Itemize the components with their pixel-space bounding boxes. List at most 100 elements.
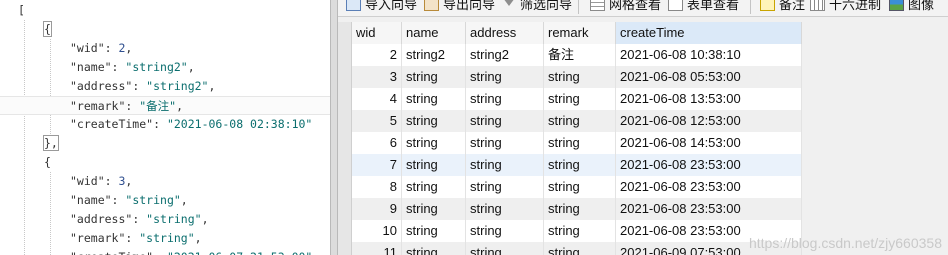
json-line[interactable]: "address": "string2", — [0, 77, 330, 96]
cell-remark[interactable]: string — [544, 66, 616, 88]
row-indicator[interactable] — [338, 220, 352, 242]
cell-wid[interactable]: 6 — [352, 132, 402, 154]
cell-address[interactable]: string — [466, 110, 544, 132]
cell-name[interactable]: string — [402, 66, 466, 88]
cell-name[interactable]: string — [402, 176, 466, 198]
row-indicator[interactable] — [338, 198, 352, 220]
cell-wid[interactable]: 10 — [352, 220, 402, 242]
cell-remark[interactable]: string — [544, 220, 616, 242]
table-row[interactable]: 11 string string string 2021-06-09 07:53:00 — [338, 242, 802, 255]
cell-address[interactable]: string — [466, 88, 544, 110]
toolbar-button-hex[interactable]: 十六进制 — [810, 0, 881, 16]
cell-wid[interactable]: 8 — [352, 176, 402, 198]
toolbar-button-import[interactable]: 导入向导 — [346, 0, 417, 16]
cell-wid[interactable]: 4 — [352, 88, 402, 110]
cell-name[interactable]: string — [402, 198, 466, 220]
cell-address[interactable]: string — [466, 242, 544, 255]
table-row[interactable]: 4 string string string 2021-06-08 13:53:00 — [338, 88, 802, 110]
cell-createtime[interactable]: 2021-06-08 05:53:00 — [616, 66, 802, 88]
cell-remark[interactable]: string — [544, 176, 616, 198]
json-line[interactable]: "address": "string", — [0, 210, 330, 229]
cell-name[interactable]: string — [402, 132, 466, 154]
cell-createtime[interactable]: 2021-06-08 12:53:00 — [616, 110, 802, 132]
cell-wid[interactable]: 5 — [352, 110, 402, 132]
toolbar-button-export[interactable]: 导出向导 — [424, 0, 495, 16]
cell-address[interactable]: string — [466, 66, 544, 88]
cell-address[interactable]: string — [466, 198, 544, 220]
column-header-remark[interactable]: remark — [544, 22, 616, 44]
json-line[interactable]: { — [0, 153, 330, 172]
pane-splitter[interactable] — [330, 0, 338, 255]
json-line[interactable]: "wid": 3, — [0, 172, 330, 191]
json-line[interactable]: "wid": 2, — [0, 39, 330, 58]
cell-address[interactable]: string2 — [466, 44, 544, 66]
row-indicator[interactable] — [338, 88, 352, 110]
toolbar-button-memo[interactable]: 备注 — [760, 0, 805, 16]
cell-name[interactable]: string — [402, 220, 466, 242]
cell-name[interactable]: string2 — [402, 44, 466, 66]
cell-wid[interactable]: 2 — [352, 44, 402, 66]
row-indicator[interactable] — [338, 132, 352, 154]
toolbar-button-grid[interactable]: 网格查看 — [590, 0, 661, 16]
cell-name[interactable]: string — [402, 154, 466, 176]
row-indicator[interactable] — [338, 242, 352, 255]
cell-createtime[interactable]: 2021-06-08 10:38:10 — [616, 44, 802, 66]
cell-wid[interactable]: 9 — [352, 198, 402, 220]
json-line[interactable]: }, — [0, 134, 330, 153]
json-line[interactable]: "name": "string", — [0, 191, 330, 210]
cell-remark[interactable]: string — [544, 132, 616, 154]
column-header-wid[interactable]: wid — [352, 22, 402, 44]
json-line[interactable]: "name": "string2", — [0, 58, 330, 77]
table-row[interactable]: 5 string string string 2021-06-08 12:53:00 — [338, 110, 802, 132]
table-row[interactable]: 9 string string string 2021-06-08 23:53:00 — [338, 198, 802, 220]
cell-address[interactable]: string — [466, 220, 544, 242]
json-line[interactable]: "createTime": "2021-06-08 02:38:10" — [0, 115, 330, 134]
cell-wid[interactable]: 3 — [352, 66, 402, 88]
row-indicator[interactable] — [338, 176, 352, 198]
cell-name[interactable]: string — [402, 88, 466, 110]
json-line[interactable]: "createTime": "2021-06-07 21:53:00" — [0, 248, 330, 255]
json-line[interactable]: [ — [0, 1, 330, 20]
toolbar-button-image[interactable]: 图像 — [889, 0, 934, 16]
cell-remark[interactable]: string — [544, 242, 616, 255]
column-header-createtime[interactable]: createTime — [616, 22, 802, 44]
json-line-content: "address": "string2", — [70, 77, 215, 96]
cell-remark[interactable]: string — [544, 198, 616, 220]
row-indicator[interactable] — [338, 66, 352, 88]
cell-name[interactable]: string — [402, 242, 466, 255]
toolbar-button-form[interactable]: 表单查看 — [668, 0, 739, 16]
table-row[interactable]: 2 string2 string2 备注 2021-06-08 10:38:10 — [338, 44, 802, 66]
json-string-value: "string2" — [146, 79, 209, 93]
cell-remark[interactable]: string — [544, 154, 616, 176]
cell-remark[interactable]: string — [544, 88, 616, 110]
cell-createtime[interactable]: 2021-06-08 14:53:00 — [616, 132, 802, 154]
json-line[interactable]: { — [0, 20, 330, 39]
row-indicator[interactable] — [338, 44, 352, 66]
row-indicator[interactable] — [338, 110, 352, 132]
cell-wid[interactable]: 11 — [352, 242, 402, 255]
toolbar-button-filter[interactable]: 筛选向导 — [502, 0, 572, 16]
table-row[interactable]: 10 string string string 2021-06-08 23:53:00 — [338, 220, 802, 242]
cell-createtime[interactable]: 2021-06-08 13:53:00 — [616, 88, 802, 110]
row-indicator[interactable] — [338, 154, 352, 176]
table-row[interactable]: 7 string string string 2021-06-08 23:53:00 — [338, 154, 802, 176]
cell-name[interactable]: string — [402, 110, 466, 132]
cell-createtime[interactable]: 2021-06-08 23:53:00 — [616, 154, 802, 176]
json-line[interactable]: "remark": "备注", — [0, 96, 330, 115]
cell-remark[interactable]: string — [544, 110, 616, 132]
column-header-name[interactable]: name — [402, 22, 466, 44]
cell-remark[interactable]: 备注 — [544, 44, 616, 66]
cell-address[interactable]: string — [466, 154, 544, 176]
cell-wid[interactable]: 7 — [352, 154, 402, 176]
cell-address[interactable]: string — [466, 176, 544, 198]
cell-address[interactable]: string — [466, 132, 544, 154]
table-row[interactable]: 6 string string string 2021-06-08 14:53:00 — [338, 132, 802, 154]
json-line-content: "name": "string2", — [70, 58, 195, 77]
cell-createtime[interactable]: 2021-06-08 23:53:00 — [616, 176, 802, 198]
table-row[interactable]: 8 string string string 2021-06-08 23:53:00 — [338, 176, 802, 198]
column-header-address[interactable]: address — [466, 22, 544, 44]
table-row[interactable]: 3 string string string 2021-06-08 05:53:00 — [338, 66, 802, 88]
cell-createtime[interactable]: 2021-06-08 23:53:00 — [616, 198, 802, 220]
json-line[interactable]: "remark": "string", — [0, 229, 330, 248]
toolbar-button-label: 网格查看 — [609, 0, 662, 12]
